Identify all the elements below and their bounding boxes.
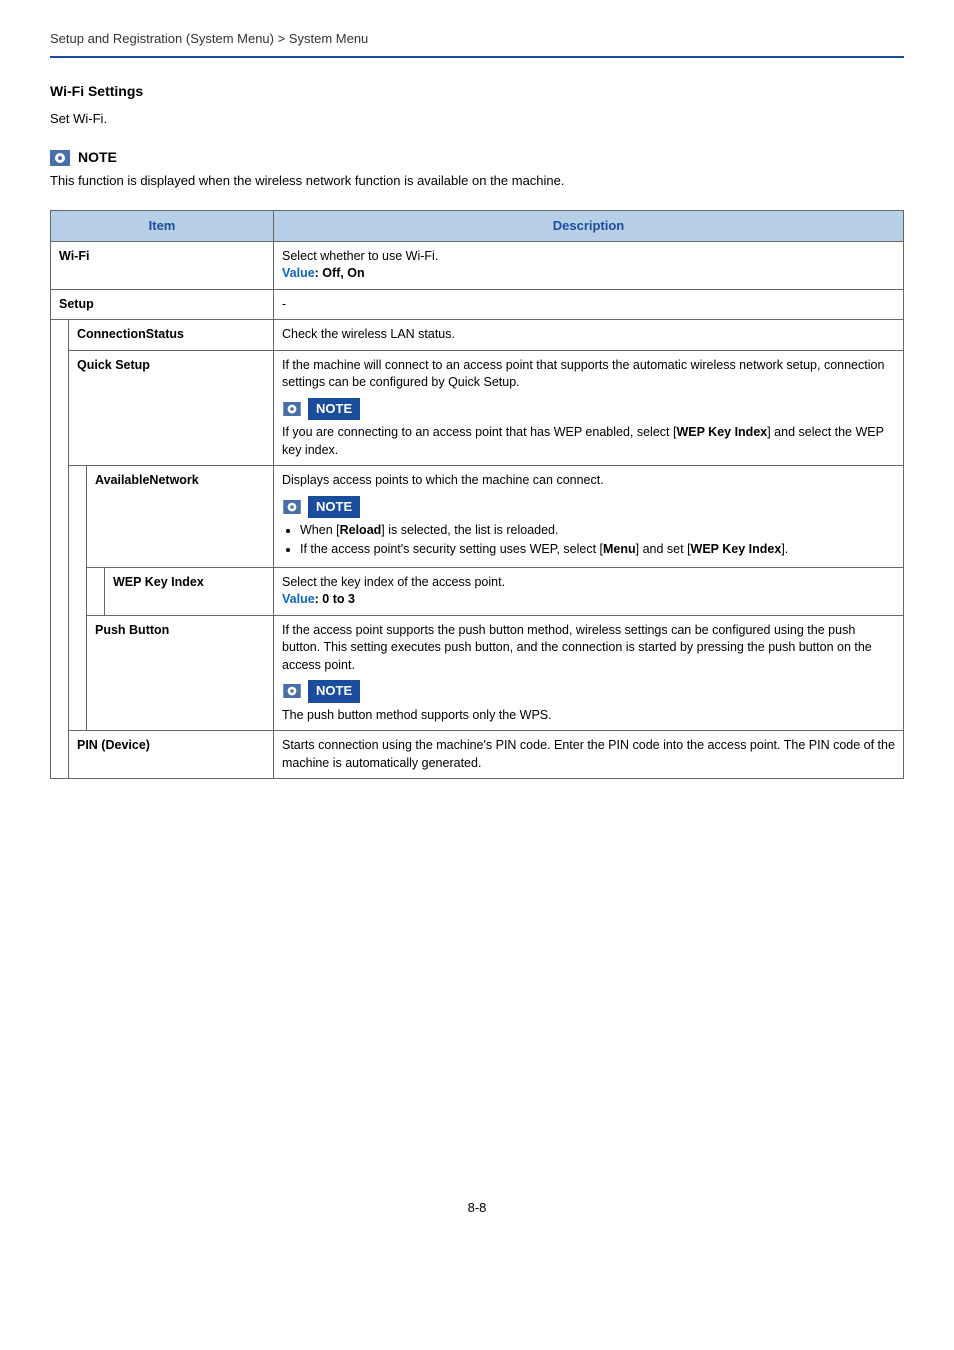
- header-description: Description: [274, 210, 904, 241]
- table-row: AvailableNetwork Displays access points …: [51, 466, 904, 568]
- item-availnet: AvailableNetwork: [87, 466, 274, 568]
- note-text: This function is displayed when the wire…: [50, 172, 904, 190]
- table-row: Push Button If the access point supports…: [51, 615, 904, 730]
- note-icon: [282, 401, 302, 417]
- note-label: NOTE: [78, 148, 117, 168]
- item-pushbtn: Push Button: [87, 615, 274, 730]
- desc-wifi: Select whether to use Wi-Fi. Value: Off,…: [274, 241, 904, 289]
- desc-availnet: Displays access points to which the mach…: [274, 466, 904, 568]
- b2-mid: ] and set [: [636, 542, 691, 556]
- note-bold: WEP Key Index: [676, 425, 767, 439]
- bullet-list: When [Reload] is selected, the list is r…: [282, 522, 895, 559]
- value-label: Value: [282, 592, 315, 606]
- section-title: Wi-Fi Settings: [50, 82, 904, 102]
- b2-post: ].: [781, 542, 788, 556]
- indent-cell: [87, 567, 105, 615]
- b2-bold1: Menu: [603, 542, 636, 556]
- value-label: Value: [282, 266, 315, 280]
- inline-note: NOTE: [282, 680, 895, 702]
- value-text: : Off, On: [315, 266, 365, 280]
- note-icon: [282, 499, 302, 515]
- quicksetup-desc1: If the machine will connect to an access…: [282, 357, 895, 392]
- inline-note: NOTE: [282, 398, 895, 420]
- note-pre: If you are connecting to an access point…: [282, 425, 676, 439]
- table-row: PIN (Device) Starts connection using the…: [51, 731, 904, 779]
- desc-wifi-line1: Select whether to use Wi-Fi.: [282, 248, 895, 266]
- list-item: When [Reload] is selected, the list is r…: [300, 522, 895, 540]
- indent-cell: [51, 320, 69, 779]
- b2-pre: If the access point's security setting u…: [300, 542, 603, 556]
- desc-pindev: Starts connection using the machine's PI…: [274, 731, 904, 779]
- value-text: : 0 to 3: [315, 592, 355, 606]
- pushbtn-note-text: The push button method supports only the…: [282, 707, 895, 725]
- note-icon: [50, 150, 70, 166]
- wepkey-desc1: Select the key index of the access point…: [282, 574, 895, 592]
- table-row: Wi-Fi Select whether to use Wi-Fi. Value…: [51, 241, 904, 289]
- table-row: Quick Setup If the machine will connect …: [51, 350, 904, 465]
- desc-connstatus: Check the wireless LAN status.: [274, 320, 904, 351]
- desc-pushbtn: If the access point supports the push bu…: [274, 615, 904, 730]
- table-row: WEP Key Index Select the key index of th…: [51, 567, 904, 615]
- breadcrumb: Setup and Registration (System Menu) > S…: [50, 30, 904, 58]
- desc-quicksetup: If the machine will connect to an access…: [274, 350, 904, 465]
- b2-bold2: WEP Key Index: [691, 542, 782, 556]
- item-connstatus: ConnectionStatus: [69, 320, 274, 351]
- note-label-box: NOTE: [308, 496, 360, 518]
- note-label-box: NOTE: [308, 398, 360, 420]
- b1-post: ] is selected, the list is reloaded.: [381, 523, 558, 537]
- item-quicksetup: Quick Setup: [69, 350, 274, 465]
- desc-wifi-value: Value: Off, On: [282, 265, 895, 283]
- wepkey-value: Value: 0 to 3: [282, 591, 895, 609]
- note-icon: [282, 683, 302, 699]
- desc-wepkey: Select the key index of the access point…: [274, 567, 904, 615]
- table-row: ConnectionStatus Check the wireless LAN …: [51, 320, 904, 351]
- item-wepkey: WEP Key Index: [105, 567, 274, 615]
- b1-bold: Reload: [340, 523, 382, 537]
- inline-note: NOTE: [282, 496, 895, 518]
- intro-text: Set Wi-Fi.: [50, 110, 904, 128]
- availnet-desc1: Displays access points to which the mach…: [282, 472, 895, 490]
- table-row: Setup -: [51, 289, 904, 320]
- quicksetup-note-text: If you are connecting to an access point…: [282, 424, 895, 459]
- item-wifi: Wi-Fi: [51, 241, 274, 289]
- desc-setup: -: [274, 289, 904, 320]
- table-header-row: Item Description: [51, 210, 904, 241]
- item-setup: Setup: [51, 289, 274, 320]
- note-header: NOTE: [50, 148, 904, 168]
- item-pindev: PIN (Device): [69, 731, 274, 779]
- header-item: Item: [51, 210, 274, 241]
- list-item: If the access point's security setting u…: [300, 541, 895, 559]
- indent-cell: [69, 466, 87, 731]
- settings-table: Item Description Wi-Fi Select whether to…: [50, 210, 904, 779]
- note-label-box: NOTE: [308, 680, 360, 702]
- b1-pre: When [: [300, 523, 340, 537]
- pushbtn-desc1: If the access point supports the push bu…: [282, 622, 895, 675]
- page-number: 8-8: [50, 1199, 904, 1217]
